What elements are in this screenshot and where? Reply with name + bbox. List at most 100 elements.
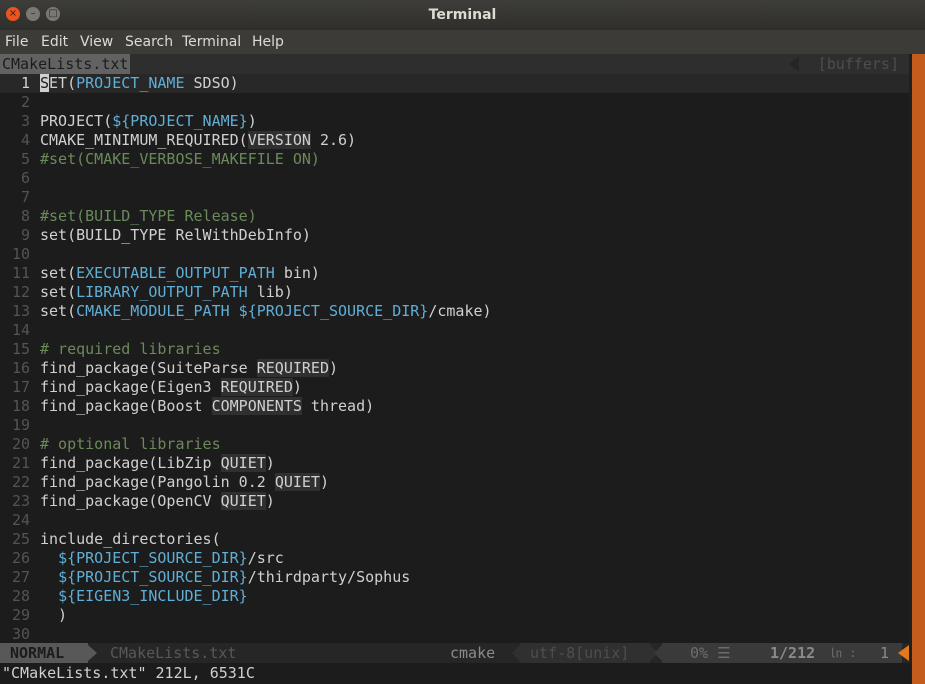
code-token: EXECUTABLE_OUTPUT_PATH (76, 264, 275, 282)
text-cursor: S (40, 74, 50, 92)
menu-edit[interactable]: Edit (41, 34, 68, 50)
editor-line[interactable]: 12 set(LIBRARY_OUTPUT_PATH lib) (0, 283, 909, 302)
editor-line[interactable]: 24 (0, 511, 909, 530)
line-number: 29 (11, 606, 30, 624)
status-column: 1 (880, 644, 890, 662)
code-token: set( (40, 283, 77, 301)
line-number: 11 (11, 264, 30, 282)
editor-line[interactable]: 23 find_package(OpenCV QUIET) (0, 492, 909, 511)
line-code: # required libraries (40, 340, 221, 359)
line-number: 2 (20, 93, 30, 111)
line-number: 19 (11, 416, 30, 434)
editor-line[interactable]: 1 SET(PROJECT_NAME SDSO) (0, 74, 909, 93)
line-number: 5 (20, 150, 30, 168)
menu-terminal[interactable]: Terminal (182, 34, 241, 50)
desktop-edge (909, 54, 925, 684)
window-title: Terminal (428, 7, 497, 23)
status-line-position: 1/212 (770, 644, 816, 662)
editor-line[interactable]: 4 CMAKE_MINIMUM_REQUIRED(VERSION 2.6) (0, 131, 909, 150)
editor-line[interactable]: 27 ${PROJECT_SOURCE_DIR}/thirdparty/Soph… (0, 568, 909, 587)
code-token: PROJECT_NAME (76, 74, 185, 92)
editor-line[interactable]: 17 find_package(Eigen3 REQUIRED) (0, 378, 909, 397)
editor-line[interactable]: 22 find_package(Pangolin 0.2 QUIET) (0, 473, 909, 492)
code-token: ET( (49, 74, 77, 92)
menu-search[interactable]: Search (125, 34, 173, 50)
editor-line[interactable]: 10 (0, 245, 909, 264)
line-code: find_package(Pangolin 0.2 QUIET) (40, 473, 329, 492)
editor-line[interactable]: 19 (0, 416, 909, 435)
line-code: ${PROJECT_SOURCE_DIR}/src (40, 549, 284, 568)
status-encoding: utf-8[unix] (530, 644, 630, 662)
line-code: include_directories( (40, 530, 221, 549)
editor-line[interactable]: 18 find_package(Boost COMPONENTS thread) (0, 397, 909, 416)
editor-line[interactable]: 11 set(EXECUTABLE_OUTPUT_PATH bin) (0, 264, 909, 283)
editor-line[interactable]: 29 ) (0, 606, 909, 625)
position-separator (654, 645, 662, 661)
code-token: find_package(SuiteParse (40, 359, 257, 377)
line-number: 14 (11, 321, 30, 339)
editor-line[interactable]: 30 (0, 625, 909, 644)
code-token: find_package(LibZip (40, 454, 221, 472)
code-token: find_package(OpenCV (40, 492, 221, 510)
menu-help[interactable]: Help (252, 34, 284, 50)
line-number: 4 (20, 131, 30, 149)
line-number: 24 (11, 511, 30, 529)
editor-line[interactable]: 9 set(BUILD_TYPE RelWithDebInfo) (0, 226, 909, 245)
code-token: ) (247, 112, 257, 130)
menu-view[interactable]: View (80, 34, 113, 50)
line-code: PROJECT(${PROJECT_NAME}) (40, 112, 257, 131)
line-code: ) (40, 606, 67, 625)
code-token: #set(CMAKE_VERBOSE_MAKEFILE ON) (40, 150, 320, 168)
menu-file[interactable]: File (5, 34, 28, 50)
editor-line[interactable]: 7 (0, 188, 909, 207)
line-code: find_package(LibZip QUIET) (40, 454, 275, 473)
editor-line[interactable]: 28 ${EIGEN3_INCLUDE_DIR} (0, 587, 909, 606)
code-token: ${EIGEN3_INCLUDE_DIR} (58, 587, 248, 605)
editor-line[interactable]: 21 find_package(LibZip QUIET) (0, 454, 909, 473)
editor-line[interactable]: 6 (0, 169, 909, 188)
editor-line[interactable]: 26 ${PROJECT_SOURCE_DIR}/src (0, 549, 909, 568)
editor-line[interactable]: 14 (0, 321, 909, 340)
editor-line[interactable]: 5 #set(CMAKE_VERBOSE_MAKEFILE ON) (0, 150, 909, 169)
code-token: ${PROJECT_SOURCE_DIR} (58, 549, 248, 567)
menu-bar: File Edit View Search Terminal Help (0, 30, 925, 54)
code-token: SDSO) (184, 74, 239, 92)
editor-line[interactable]: 20 # optional libraries (0, 435, 909, 454)
code-token: ) (265, 454, 275, 472)
code-token: REQUIRED (220, 378, 293, 396)
line-code: set(LIBRARY_OUTPUT_PATH lib) (40, 283, 293, 302)
code-token: lib) (247, 283, 293, 301)
code-token: REQUIRED (256, 359, 329, 377)
code-token: include_directories( (40, 530, 221, 548)
buffers-label: [buffers] (817, 55, 899, 73)
editor-line[interactable]: 2 (0, 93, 909, 112)
code-token: set( (40, 264, 77, 282)
line-number: 21 (11, 454, 30, 472)
line-number: 25 (11, 530, 30, 548)
editor-line[interactable]: 8 #set(BUILD_TYPE Release) (0, 207, 909, 226)
code-token: bin) (274, 264, 320, 282)
editor-line[interactable]: 16 find_package(SuiteParse REQUIRED) (0, 359, 909, 378)
code-token: ${PROJECT_NAME} (112, 112, 248, 130)
code-token: CMAKE_MODULE_PATH ${PROJECT_SOURCE_DIR} (76, 302, 429, 320)
editor-line[interactable]: 25 include_directories( (0, 530, 909, 549)
line-number-icon: ㏑ : (830, 646, 857, 660)
tab-cmakelists[interactable]: CMakeLists.txt (0, 54, 131, 74)
code-token: QUIET (220, 454, 266, 472)
line-code: ${EIGEN3_INCLUDE_DIR} (40, 587, 248, 606)
line-code: CMAKE_MINIMUM_REQUIRED(VERSION 2.6) (40, 131, 356, 150)
code-token: ) (319, 473, 329, 491)
line-number: 20 (11, 435, 30, 453)
mode-separator (88, 645, 97, 661)
line-code: SET(PROJECT_NAME SDSO) (40, 74, 239, 93)
command-line[interactable]: "CMakeLists.txt" 212L, 6531C (0, 663, 911, 684)
line-number: 8 (20, 207, 30, 225)
editor-line[interactable]: 3 PROJECT(${PROJECT_NAME}) (0, 112, 909, 131)
editor-line[interactable]: 13 set(CMAKE_MODULE_PATH ${PROJECT_SOURCE… (0, 302, 909, 321)
line-number: 27 (11, 568, 30, 586)
line-number: 30 (11, 625, 30, 643)
line-number: 15 (11, 340, 30, 358)
editor-line[interactable]: 15 # required libraries (0, 340, 909, 359)
code-token: /cmake) (428, 302, 492, 320)
code-token: CMAKE_MINIMUM_REQUIRED( (40, 131, 248, 149)
